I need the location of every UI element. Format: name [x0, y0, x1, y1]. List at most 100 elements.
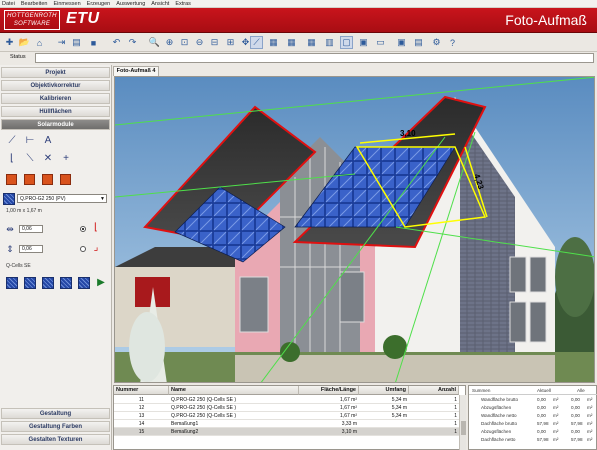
col-umfang[interactable]: Umfang — [359, 386, 409, 395]
pv-layout-5-icon[interactable] — [78, 277, 90, 289]
photo-viewport[interactable]: 3,10 4,23 — [114, 76, 595, 383]
open-folder-icon[interactable]: 📂 — [18, 36, 31, 49]
zoom-icon[interactable]: 🔍 — [148, 36, 161, 49]
col-flaeche[interactable]: Fläche/Länge — [299, 386, 359, 395]
radio-corner-2[interactable] — [80, 246, 86, 252]
module-tool-2-icon[interactable] — [24, 174, 35, 185]
app-title: Foto-Aufmaß — [505, 12, 587, 28]
section-gestaltung-farben[interactable]: Gestaltung Farben — [1, 421, 110, 432]
summary-current: 57,98 — [537, 437, 549, 442]
text-icon[interactable]: A — [42, 135, 54, 147]
summary-col-alle: Alle — [577, 388, 585, 393]
layer-color-icon[interactable]: ▦ — [285, 36, 298, 49]
table-row[interactable]: 14 Bemaßung1 3,33 m 1 — [114, 420, 459, 428]
section-huellflaechen[interactable]: Hüllflächen — [1, 106, 110, 117]
export-icon[interactable]: ⇥ — [55, 36, 68, 49]
home-icon[interactable]: ⌂ — [33, 36, 46, 49]
section-kalibrieren[interactable]: Kalibrieren — [1, 93, 110, 104]
panel-icon[interactable]: ▣ — [357, 36, 370, 49]
spacing-input-2[interactable]: 0,06 — [19, 245, 43, 253]
pv-layout-3-icon[interactable] — [42, 277, 54, 289]
help-icon[interactable]: ? — [446, 36, 459, 49]
row-nr: 15 — [138, 429, 145, 435]
document-tab[interactable]: Foto-Aufmaß 4 — [113, 66, 159, 76]
summary-all: 0,00 — [571, 405, 580, 410]
grid-icon[interactable]: ▦ — [305, 36, 318, 49]
table-row[interactable]: 12 Q.PRO-G2 250 (Q-Cells SE ) 1,67 m² 5,… — [114, 404, 459, 412]
redo-icon[interactable]: ↷ — [126, 36, 139, 49]
summary-current: 0,00 — [537, 413, 546, 418]
col-anzahl[interactable]: Anzahl — [409, 386, 459, 395]
stripes-icon[interactable]: ▥ — [323, 36, 336, 49]
module-type-value: Q.PRO-G2 250 (PV) — [20, 196, 66, 202]
photo-icon[interactable]: ▣ — [395, 36, 408, 49]
col-name[interactable]: Name — [169, 386, 299, 395]
summary-row: Wandfläche netto 0,00 m² 0,00 m² — [469, 412, 597, 420]
module-type-select[interactable]: Q.PRO-G2 250 (PV) ▼ — [17, 194, 107, 203]
pv-layout-1-icon[interactable] — [6, 277, 18, 289]
summary-current-unit: m² — [553, 429, 559, 434]
window-icon[interactable]: ▭ — [374, 36, 387, 49]
color-picker-icon[interactable]: ▦ — [267, 36, 280, 49]
app-banner: HOTTGENROTH SOFTWARE ETU Foto-Aufmaß — [0, 8, 597, 33]
summary-label: Wandfläche brutto — [481, 397, 519, 402]
screen-icon[interactable]: ▤ — [412, 36, 425, 49]
table-scrollbar-thumb[interactable] — [461, 421, 466, 435]
print-icon[interactable]: ▤ — [70, 36, 83, 49]
logo-line2: SOFTWARE — [13, 21, 51, 27]
package-icon[interactable]: ■ — [87, 36, 100, 49]
line-tool-icon[interactable]: ⟋ — [250, 36, 263, 49]
table-row[interactable]: 13 Q.PRO-G2 250 (Q-Cells SE ) 1,67 m² 5,… — [114, 412, 459, 420]
settings-icon[interactable]: ⚙ — [430, 36, 443, 49]
zoom-fit-icon[interactable]: ⊡ — [178, 36, 191, 49]
section-gestaltung[interactable]: Gestaltung — [1, 408, 110, 419]
corner-icon[interactable]: ⌊ — [6, 153, 18, 165]
corner-top-left-icon: ⌊ — [94, 222, 98, 233]
table-row[interactable]: 11 Q.PRO-G2 250 (Q-Cells SE ) 1,67 m² 5,… — [114, 396, 459, 404]
menu-ansicht[interactable]: Ansicht — [151, 1, 169, 7]
summary-all: 57,98 — [571, 421, 583, 426]
new-icon[interactable]: ✚ — [3, 36, 16, 49]
row-name: Q.PRO-G2 250 (Q-Cells SE ) — [171, 405, 237, 411]
section-objektivkorrektur[interactable]: Objektivkorrektur — [1, 80, 110, 91]
table-scrollbar[interactable] — [459, 395, 466, 450]
row-count: 1 — [454, 413, 457, 419]
menu-bearbeiten[interactable]: Bearbeiten — [21, 1, 48, 7]
cross-icon[interactable]: ✕ — [42, 153, 54, 165]
summary-current: 0,00 — [537, 429, 546, 434]
house-photo — [115, 77, 594, 382]
section-solarmodule[interactable]: Solarmodule — [1, 119, 110, 130]
toolbar: ✚ 📂 ⌂ ⇥ ▤ ■ ↶ ↷ 🔍 ⊕ ⊡ ⊖ ⊟ ⊞ ✥ ⟋ ▦ ▦ ▦ ▥ … — [0, 33, 597, 52]
left-panel: Projekt Objektivkorrektur Kalibrieren Hü… — [0, 65, 112, 450]
zoom-all-icon[interactable]: ⊞ — [224, 36, 237, 49]
line-icon[interactable]: ⟋ — [6, 135, 18, 147]
diagonal-icon[interactable]: ⟍ — [24, 153, 36, 165]
undo-icon[interactable]: ↶ — [110, 36, 123, 49]
col-nummer[interactable]: Nummer — [114, 386, 169, 395]
status-field[interactable] — [35, 53, 594, 63]
dimension-icon[interactable]: ⊢ — [24, 135, 36, 147]
zoom-window-icon[interactable]: ⊟ — [208, 36, 221, 49]
radio-corner-1[interactable] — [80, 226, 86, 232]
module-tool-4-icon[interactable] — [60, 174, 71, 185]
section-projekt[interactable]: Projekt — [1, 67, 110, 78]
menu-bar: Datei Bearbeiten Einmessen Erzeugen Ausw… — [0, 0, 597, 8]
zoom-out-icon[interactable]: ⊖ — [193, 36, 206, 49]
spacing-input-1[interactable]: 0,06 — [19, 225, 43, 233]
module-tool-1-icon[interactable] — [6, 174, 17, 185]
module-dimensions: 1,00 m x 1,67 m — [6, 208, 42, 214]
table-row-selected[interactable]: 15 Bemaßung2 3,10 m 1 — [114, 428, 459, 436]
section-gestalten-texturen[interactable]: Gestalten Texturen — [1, 434, 110, 445]
menu-datei[interactable]: Datei — [2, 1, 15, 7]
plus-icon[interactable]: + — [60, 153, 72, 165]
frame-icon[interactable]: ▢ — [340, 36, 353, 49]
pv-layout-4-icon[interactable] — [60, 277, 72, 289]
zoom-in-icon[interactable]: ⊕ — [163, 36, 176, 49]
module-tool-3-icon[interactable] — [42, 174, 53, 185]
pv-layout-2-icon[interactable] — [24, 277, 36, 289]
menu-auswertung[interactable]: Auswertung — [116, 1, 145, 7]
menu-einmessen[interactable]: Einmessen — [53, 1, 80, 7]
menu-extras[interactable]: Extras — [175, 1, 191, 7]
play-icon[interactable]: ▶ — [95, 277, 107, 289]
menu-erzeugen[interactable]: Erzeugen — [87, 1, 111, 7]
